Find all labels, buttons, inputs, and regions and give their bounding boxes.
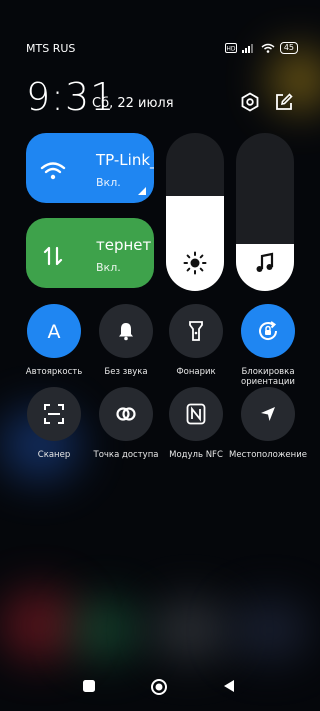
toggle-label: Автояркость xyxy=(25,367,83,377)
toggle-flashlight-button[interactable] xyxy=(169,304,223,358)
background-blur-grey xyxy=(150,600,230,660)
auto-brightness-icon: A xyxy=(42,319,66,343)
expand-corner-icon[interactable] xyxy=(138,187,146,195)
toggle-label: Модуль NFC xyxy=(169,450,223,460)
toggle-auto-brightness-button[interactable]: A xyxy=(27,304,81,358)
battery-indicator: 45 xyxy=(279,42,298,54)
background-blur-navy xyxy=(230,600,310,660)
date-label: Сб, 22 июля xyxy=(92,96,174,111)
toggle-rotation-lock-button[interactable] xyxy=(241,304,295,358)
back-button[interactable] xyxy=(222,679,236,693)
toggle-location-button[interactable] xyxy=(241,387,295,441)
toggle-label: Сканер xyxy=(37,450,71,460)
location-icon xyxy=(258,404,278,424)
scanner-icon xyxy=(43,403,65,425)
brightness-level xyxy=(166,196,224,291)
navigation-bar xyxy=(0,667,320,711)
background-blur-red xyxy=(0,590,80,660)
toggle-scanner-button[interactable] xyxy=(27,387,81,441)
carrier-label: MTS RUS xyxy=(26,41,76,55)
toggle-label: Местоположение xyxy=(229,450,307,460)
flashlight-icon xyxy=(186,320,206,342)
home-button[interactable] xyxy=(150,678,168,696)
toggle-label: Точка доступа xyxy=(93,450,159,460)
mobile-data-icon xyxy=(43,246,63,266)
toggle-hotspot-button[interactable] xyxy=(99,387,153,441)
settings-gear-icon[interactable] xyxy=(240,92,260,112)
bell-icon xyxy=(116,321,136,341)
hotspot-icon xyxy=(114,402,138,426)
brightness-icon xyxy=(183,251,207,275)
music-note-icon xyxy=(256,252,274,272)
wifi-status: Вкл. xyxy=(96,176,121,189)
background-blur-green xyxy=(70,600,140,660)
brightness-slider[interactable] xyxy=(166,133,224,291)
toggle-label: Без звука xyxy=(104,367,148,377)
mobile-data-status: Вкл. xyxy=(96,261,121,274)
toggle-bell-button[interactable] xyxy=(99,304,153,358)
toggle-label: Блокировка ориентации xyxy=(241,367,295,387)
volume-slider[interactable] xyxy=(236,133,294,291)
edit-icon[interactable] xyxy=(274,92,294,112)
wifi-status-icon xyxy=(261,43,275,53)
wifi-icon xyxy=(40,162,66,180)
recent-apps-button[interactable] xyxy=(82,679,96,693)
rotation-lock-icon xyxy=(256,319,280,343)
mobile-data-tile[interactable]: тернет Вкл. xyxy=(26,218,154,288)
toggle-nfc-button[interactable] xyxy=(169,387,223,441)
signal-icon xyxy=(241,44,253,53)
status-bar: MTS RUS HD 45 xyxy=(26,40,298,56)
wifi-tile[interactable]: TP-Link_ Вкл. xyxy=(26,133,154,203)
nfc-icon xyxy=(186,403,206,425)
volte-icon: HD xyxy=(224,43,237,53)
svg-text:HD: HD xyxy=(226,46,236,53)
mobile-data-title: тернет xyxy=(96,236,152,254)
toggle-label: Фонарик xyxy=(176,367,216,377)
svg-text:A: A xyxy=(48,321,61,343)
wifi-network-name: TP-Link_ xyxy=(96,151,154,169)
